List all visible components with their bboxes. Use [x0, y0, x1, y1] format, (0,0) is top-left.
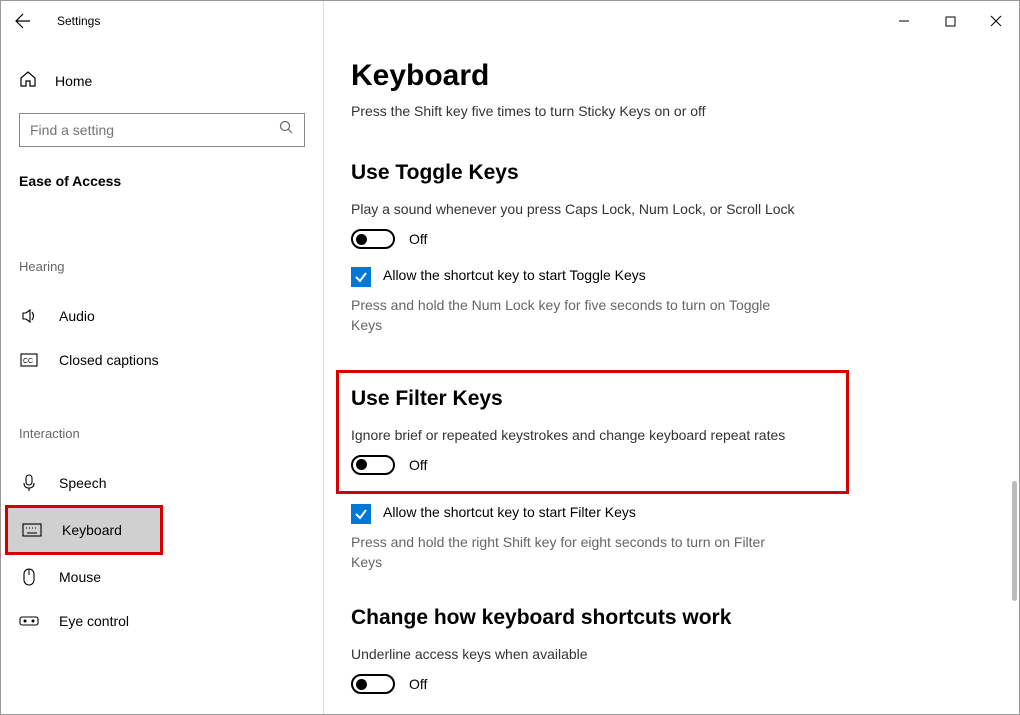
- sidebar-item-label: Closed captions: [59, 352, 159, 368]
- sidebar: Home Ease of Access Hearing Audio CC Clo…: [1, 41, 323, 714]
- window-controls: [881, 5, 1019, 37]
- filter-keys-highlight: Use Filter Keys Ignore brief or repeated…: [336, 370, 849, 494]
- toggle-keys-section: Use Toggle Keys Play a sound whenever yo…: [351, 161, 989, 336]
- sidebar-item-keyboard[interactable]: Keyboard: [8, 508, 160, 552]
- filter-keys-switch[interactable]: [351, 455, 395, 475]
- sidebar-item-label: Keyboard: [62, 522, 122, 538]
- search-input[interactable]: [30, 122, 279, 138]
- maximize-button[interactable]: [927, 5, 973, 37]
- mouse-icon: [19, 568, 39, 586]
- toggle-keys-state: Off: [409, 231, 427, 247]
- titlebar: Settings: [1, 1, 1019, 41]
- filter-keys-check-desc: Press and hold the right Shift key for e…: [351, 532, 781, 573]
- home-icon: [19, 70, 37, 93]
- category-title: Ease of Access: [19, 173, 305, 189]
- sidebar-item-eye-control[interactable]: Eye control: [19, 599, 305, 643]
- sidebar-item-closed-captions[interactable]: CC Closed captions: [19, 338, 305, 382]
- scrollbar-thumb[interactable]: [1012, 481, 1017, 601]
- toggle-knob: [356, 234, 367, 245]
- sidebar-item-mouse[interactable]: Mouse: [19, 555, 305, 599]
- search-icon: [279, 120, 294, 140]
- sidebar-item-label: Mouse: [59, 569, 101, 585]
- close-icon: [990, 15, 1002, 27]
- page-subtitle: Press the Shift key five times to turn S…: [351, 103, 989, 119]
- keyboard-icon: [22, 523, 42, 537]
- highlight-keyboard: Keyboard: [5, 505, 163, 555]
- speech-icon: [19, 474, 39, 492]
- page-title: Keyboard: [351, 59, 989, 93]
- home-label: Home: [55, 73, 92, 89]
- window-title: Settings: [57, 14, 100, 28]
- toggle-keys-desc: Play a sound whenever you press Caps Loc…: [351, 201, 989, 217]
- underline-keys-switch[interactable]: [351, 674, 395, 694]
- sidebar-item-label: Audio: [59, 308, 95, 324]
- sidebar-item-speech[interactable]: Speech: [19, 461, 305, 505]
- toggle-keys-check-label: Allow the shortcut key to start Toggle K…: [383, 267, 646, 283]
- filter-keys-shortcut-checkbox[interactable]: [351, 504, 371, 524]
- filter-keys-desc: Ignore brief or repeated keystrokes and …: [351, 427, 834, 443]
- close-button[interactable]: [973, 5, 1019, 37]
- svg-text:CC: CC: [23, 358, 33, 365]
- shortcuts-desc: Underline access keys when available: [351, 646, 989, 662]
- search-box[interactable]: [19, 113, 305, 147]
- toggle-knob: [356, 459, 367, 470]
- check-icon: [354, 270, 368, 284]
- toggle-knob: [356, 679, 367, 690]
- eye-control-icon: [19, 614, 39, 628]
- underline-keys-state: Off: [409, 676, 427, 692]
- closed-captions-icon: CC: [19, 353, 39, 367]
- minimize-button[interactable]: [881, 5, 927, 37]
- home-link[interactable]: Home: [19, 61, 305, 101]
- toggle-keys-heading: Use Toggle Keys: [351, 161, 989, 185]
- maximize-icon: [945, 16, 956, 27]
- sidebar-item-label: Eye control: [59, 613, 129, 629]
- filter-keys-check-label: Allow the shortcut key to start Filter K…: [383, 504, 636, 520]
- minimize-icon: [898, 15, 910, 27]
- shortcuts-section: Change how keyboard shortcuts work Under…: [351, 606, 989, 694]
- toggle-keys-check-desc: Press and hold the Num Lock key for five…: [351, 295, 781, 336]
- shortcuts-heading: Change how keyboard shortcuts work: [351, 606, 989, 630]
- main-content: Keyboard Press the Shift key five times …: [323, 41, 1019, 714]
- filter-keys-state: Off: [409, 457, 427, 473]
- arrow-left-icon: [15, 13, 31, 29]
- toggle-keys-switch[interactable]: [351, 229, 395, 249]
- audio-icon: [19, 307, 39, 325]
- sidebar-item-label: Speech: [59, 475, 106, 491]
- group-label-hearing: Hearing: [19, 259, 305, 274]
- sidebar-item-audio[interactable]: Audio: [19, 294, 305, 338]
- group-label-interaction: Interaction: [19, 426, 305, 441]
- back-button[interactable]: [1, 1, 45, 41]
- filter-keys-heading: Use Filter Keys: [351, 387, 834, 411]
- check-icon: [354, 507, 368, 521]
- toggle-keys-shortcut-checkbox[interactable]: [351, 267, 371, 287]
